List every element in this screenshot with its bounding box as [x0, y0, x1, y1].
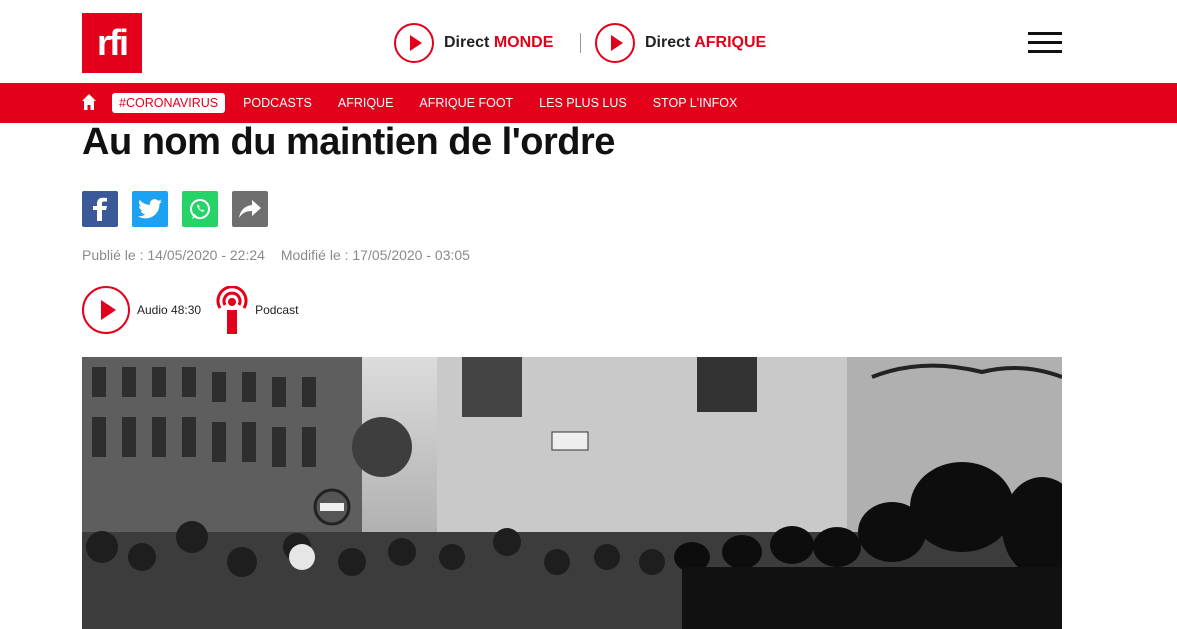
audio-label: Audio 48:30 [137, 303, 202, 317]
direct-monde-button[interactable]: Direct MONDE [394, 21, 553, 65]
direct-prefix: Direct [645, 34, 691, 51]
media-bar: Audio 48:30 Podcast [82, 286, 298, 334]
nav-item-stop-infox[interactable]: STOP L'INFOX [640, 93, 751, 113]
nav-item-podcasts[interactable]: PODCASTS [230, 93, 325, 113]
menu-icon[interactable] [1028, 32, 1062, 54]
modified-date: Modifié le : 17/05/2020 - 03:05 [280, 247, 470, 263]
site-header: rfi Direct MONDE Direct AFRIQUE [0, 0, 1177, 83]
main-nav: #CORONAVIRUS PODCASTS AFRIQUE AFRIQUE FO… [0, 83, 1177, 123]
article-photo [82, 357, 1062, 629]
nav-item-coronavirus[interactable]: #CORONAVIRUS [112, 93, 226, 113]
nav-item-afrique-foot[interactable]: AFRIQUE FOOT [406, 93, 526, 113]
share-bar [82, 191, 268, 227]
direct-prefix: Direct [444, 34, 490, 51]
nav-item-les-plus-lus[interactable]: LES PLUS LUS [526, 93, 640, 113]
direct-region: MONDE [493, 34, 554, 51]
home-icon[interactable] [82, 94, 96, 110]
whatsapp-icon[interactable] [182, 191, 218, 227]
share-icon[interactable] [232, 191, 268, 227]
podcast-label: Podcast [255, 303, 299, 317]
play-icon [394, 23, 434, 63]
direct-afrique-button[interactable]: Direct AFRIQUE [595, 21, 766, 65]
direct-region: AFRIQUE [694, 34, 767, 51]
published-date: Publié le : 14/05/2020 - 22:24 [82, 247, 265, 263]
protest-photo-image [82, 357, 1062, 629]
facebook-icon[interactable] [82, 191, 118, 227]
twitter-icon[interactable] [132, 191, 168, 227]
rfi-logo[interactable]: rfi [82, 13, 142, 73]
audio-play-button[interactable] [82, 286, 130, 334]
podcast-icon[interactable] [215, 286, 249, 334]
play-icon [595, 23, 635, 63]
article-dates: Publié le : 14/05/2020 - 22:24 Modifié l… [82, 247, 482, 263]
divider [580, 33, 581, 53]
nav-item-afrique[interactable]: AFRIQUE [325, 93, 407, 113]
article-title: Au nom du maintien de l'ordre [82, 121, 615, 163]
